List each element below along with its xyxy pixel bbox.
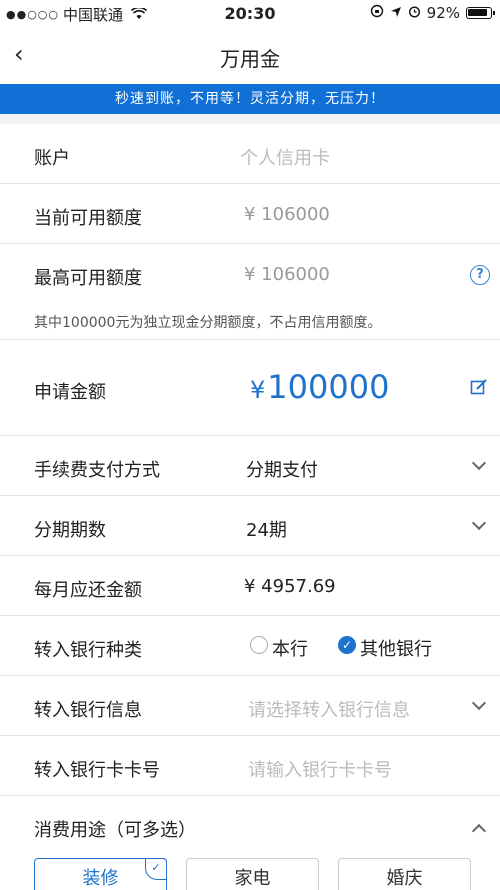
battery-icon [466, 7, 495, 19]
fee-payment-label: 手续费支付方式 [34, 460, 160, 481]
page-title: 万用金 [220, 47, 280, 71]
card-number-label: 转入银行卡卡号 [34, 760, 160, 781]
purpose-chip-label: 婚庆 [386, 868, 423, 889]
help-icon[interactable]: ? [470, 265, 490, 285]
location-icon [390, 4, 402, 22]
alarm-icon [408, 4, 421, 22]
monthly-label: 每月应还金额 [34, 580, 142, 601]
chevron-down-icon[interactable] [471, 695, 487, 711]
account-row[interactable]: 账户 个人信用卡 [0, 124, 500, 184]
max-available-label: 最高可用额度 [34, 268, 142, 289]
monthly-row: 每月应还金额 ¥ 4957.69 [0, 556, 500, 616]
max-available-row: 最高可用额度 ¥ 106000 ? [0, 244, 500, 306]
status-right: 92% [370, 4, 495, 22]
radio-own-bank[interactable] [250, 636, 268, 654]
periods-row[interactable]: 分期期数 24期 [0, 496, 500, 556]
radio-other-bank-label[interactable]: 其他银行 [360, 635, 432, 661]
chevron-down-icon[interactable] [471, 515, 487, 531]
purpose-chip-label: 装修 [82, 868, 119, 889]
purpose-chip-wedding[interactable]: 婚庆 [338, 858, 471, 890]
card-number-input[interactable]: 请输入银行卡卡号 [248, 756, 392, 782]
periods-value: 24期 [246, 520, 287, 541]
available-label: 当前可用额度 [34, 208, 142, 229]
orientation-lock-icon [370, 4, 384, 22]
fee-payment-row[interactable]: 手续费支付方式 分期支付 [0, 436, 500, 496]
purpose-chip-appliances[interactable]: 家电 [186, 858, 319, 890]
monthly-value: ¥ 4957.69 [244, 576, 336, 597]
bank-type-label: 转入银行种类 [34, 640, 142, 661]
battery-percent: 92% [426, 4, 460, 22]
apply-amount-value[interactable]: ¥100000 [250, 368, 389, 406]
nav-bar: ‹ 万用金 [0, 28, 500, 84]
purpose-chip-renovation[interactable]: 装修 ✓ [34, 858, 167, 890]
apply-amount-label: 申请金额 [34, 382, 106, 403]
purpose-label: 消费用途（可多选） [34, 820, 196, 841]
purpose-chip-label: 家电 [234, 868, 271, 889]
bank-info-input[interactable]: 请选择转入银行信息 [248, 696, 410, 722]
selected-mark-icon: ✓ [145, 858, 167, 880]
account-label: 账户 [34, 148, 70, 169]
account-value: 个人信用卡 [240, 148, 330, 169]
bank-info-row[interactable]: 转入银行信息 请选择转入银行信息 [0, 676, 500, 736]
edit-icon[interactable] [470, 378, 488, 400]
periods-label: 分期期数 [34, 520, 106, 541]
amount-currency: ¥ [250, 376, 266, 404]
quota-note: 其中100000元为独立现金分期额度，不占用信用额度。 [0, 306, 500, 340]
max-available-value: ¥ 106000 [244, 264, 330, 285]
bank-info-label: 转入银行信息 [34, 700, 142, 721]
fee-payment-value: 分期支付 [246, 460, 318, 481]
chevron-up-icon[interactable] [471, 823, 487, 839]
available-value: ¥ 106000 [244, 204, 330, 225]
promo-banner: 秒速到账，不用等！灵活分期，无压力！ [0, 84, 500, 114]
chevron-down-icon[interactable] [471, 455, 487, 471]
status-bar: ●●○○○ 中国联通 20:30 92% [0, 0, 500, 28]
card-number-row[interactable]: 转入银行卡卡号 请输入银行卡卡号 [0, 736, 500, 796]
available-row: 当前可用额度 ¥ 106000 [0, 184, 500, 244]
checkmark-icon[interactable]: ✓ [338, 636, 356, 654]
amount-number: 100000 [267, 368, 390, 406]
radio-own-bank-label[interactable]: 本行 [272, 635, 308, 661]
